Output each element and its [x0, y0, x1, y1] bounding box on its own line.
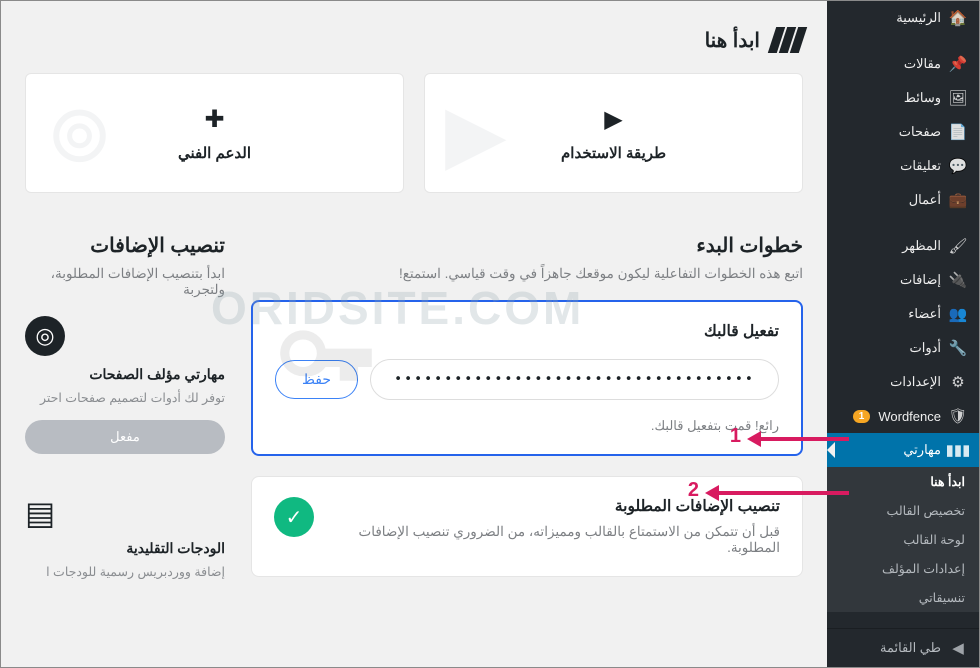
plugins-aside: تنصيب الإضافات ابدأ بتنصيب الإضافات المط…	[25, 233, 225, 594]
sliders-icon: ⚙	[949, 373, 967, 391]
card-support-label: الدعم الفني	[178, 144, 251, 162]
sidebar-item-wordfence[interactable]: 🛡 Wordfence 1	[827, 399, 979, 433]
widget-card: ▤ الودجات التقليدية إضافة ووردبريس رسمية…	[25, 494, 225, 582]
plugin-desc: توفر لك أدوات لتصميم صفحات احتر	[25, 389, 225, 408]
sidebar-label: الرئيسية	[896, 10, 941, 26]
sidebar-item-media[interactable]: 🖼 وسائط	[827, 81, 979, 115]
lifebuoy-icon: ✚	[204, 105, 224, 134]
steps-title: خطوات البدء	[251, 233, 803, 258]
sidebar-label: صفحات	[899, 124, 941, 140]
users-icon: 👥	[949, 305, 967, 323]
card-support[interactable]: ⊚ ✚ الدعم الفني	[25, 73, 404, 193]
step-plugins-desc: قبل أن تتمكن من الاستمتاع بالقالب ومميزا…	[332, 524, 780, 556]
sidebar-sub-formats[interactable]: تنسيقاتي	[827, 583, 979, 612]
plugin-card: ◎ مهارتي مؤلف الصفحات توفر لك أدوات لتصم…	[25, 316, 225, 454]
page-title: ابدأ هنا	[705, 28, 760, 53]
admin-sidebar: 🏠 الرئيسية 📌 مقالات 🖼 وسائط 📄 صفحات 💬 تعليقات…	[827, 1, 979, 667]
shield-icon: 🛡	[949, 407, 967, 425]
sidebar-sub-author[interactable]: إعدادات المؤلف	[827, 554, 979, 583]
plug-icon: 🔌	[949, 271, 967, 289]
pin-icon: 📌	[949, 55, 967, 73]
wrench-icon: 🔧	[949, 339, 967, 357]
card-usage[interactable]: ▶ ▶ طريقة الاستخدام	[424, 73, 803, 193]
sidebar-label: أعضاء	[908, 306, 941, 322]
step-required-plugins: تنصيب الإضافات المطلوبة قبل أن تتمكن من …	[251, 476, 803, 577]
step-plugins-title: تنصيب الإضافات المطلوبة	[332, 497, 780, 516]
sidebar-item-tools[interactable]: 🔧 أدوات	[827, 331, 979, 365]
page-heading: ابدأ هنا	[25, 27, 803, 53]
sidebar-label: أعمال	[909, 192, 941, 208]
wordfence-badge: 1	[853, 410, 871, 423]
sidebar-label: المظهر	[902, 238, 941, 254]
sidebar-label: Wordfence	[878, 409, 941, 424]
comment-icon: 💬	[949, 157, 967, 175]
sidebar-item-settings[interactable]: ⚙ الإعدادات	[827, 365, 979, 399]
main-content: ابدأ هنا ▶ ▶ طريقة الاستخدام ⊚ ✚ الدعم ا…	[1, 1, 827, 667]
card-usage-label: طريقة الاستخدام	[561, 144, 666, 162]
plugin-active-button[interactable]: مفعل	[25, 420, 225, 454]
widget-name: الودجات التقليدية	[25, 540, 225, 557]
plugin-name: مهارتي مؤلف الصفحات	[25, 366, 225, 383]
gauge-icon: 🏠	[949, 9, 967, 27]
sidebar-sub-start-here[interactable]: ابدأ هنا	[827, 467, 979, 496]
lifebuoy-ghost-icon: ⊚	[46, 87, 113, 180]
plugins-panel-title: تنصيب الإضافات	[25, 233, 225, 258]
sidebar-label: إضافات	[900, 272, 941, 288]
sidebar-label: وسائط	[904, 90, 941, 106]
sidebar-label: مقالات	[904, 56, 941, 72]
sidebar-item-appearance[interactable]: 🖌 المظهر	[827, 229, 979, 263]
sidebar-item-dashboard[interactable]: 🏠 الرئيسية	[827, 1, 979, 35]
steps-subtitle: اتبع هذه الخطوات التفاعلية ليكون موقعك ج…	[251, 266, 803, 282]
sidebar-label: تعليقات	[900, 158, 941, 174]
media-icon: 🖼	[949, 89, 967, 107]
sidebar-collapse[interactable]: ◀ طي القائمة	[827, 628, 979, 667]
sidebar-label: الإعدادات	[890, 374, 941, 390]
widgets-icon: ▤	[25, 494, 225, 532]
sidebar-submenu: ابدأ هنا تخصيص القالب لوحة القالب إعدادا…	[827, 467, 979, 612]
sidebar-item-works[interactable]: 💼 أعمال	[827, 183, 979, 217]
plugins-panel-desc: ابدأ بتنصيب الإضافات المطلوبة، ولتجربة	[25, 266, 225, 298]
save-license-button[interactable]: حفظ	[275, 360, 358, 399]
step-activate-success: رائع! قمت بتفعيل قالبك.	[275, 418, 779, 434]
sidebar-item-comments[interactable]: 💬 تعليقات	[827, 149, 979, 183]
check-circle-icon: ✓	[274, 497, 314, 537]
sidebar-label: مهارتي	[903, 442, 941, 458]
sidebar-sub-panel[interactable]: لوحة القالب	[827, 525, 979, 554]
collapse-label: طي القائمة	[880, 640, 941, 656]
plugin-logo-icon: ◎	[25, 316, 65, 356]
chevron-left-circle-icon: ◀	[949, 639, 967, 657]
step-activate-theme: تفعيل قالبك حفظ رائع! قمت بتفعيل قالبك.	[251, 300, 803, 456]
sidebar-item-pages[interactable]: 📄 صفحات	[827, 115, 979, 149]
logo-stripes-icon	[772, 27, 803, 53]
widget-desc: إضافة ووردبريس رسمية للودجات ا	[25, 563, 225, 582]
page-icon: 📄	[949, 123, 967, 141]
sidebar-item-users[interactable]: 👥 أعضاء	[827, 297, 979, 331]
sidebar-item-posts[interactable]: 📌 مقالات	[827, 47, 979, 81]
license-key-input[interactable]	[370, 359, 779, 400]
briefcase-icon: 💼	[949, 191, 967, 209]
sidebar-sub-customize[interactable]: تخصيص القالب	[827, 496, 979, 525]
sidebar-item-maharti[interactable]: ▮▮▮ مهارتي	[827, 433, 979, 467]
sidebar-item-plugins[interactable]: 🔌 إضافات	[827, 263, 979, 297]
file-play-icon: ▶	[604, 105, 622, 134]
play-ghost-icon: ▶	[445, 87, 507, 180]
stripes-icon: ▮▮▮	[949, 441, 967, 459]
step-activate-title: تفعيل قالبك	[275, 322, 779, 341]
brush-icon: 🖌	[949, 237, 967, 255]
sidebar-label: أدوات	[909, 340, 941, 356]
